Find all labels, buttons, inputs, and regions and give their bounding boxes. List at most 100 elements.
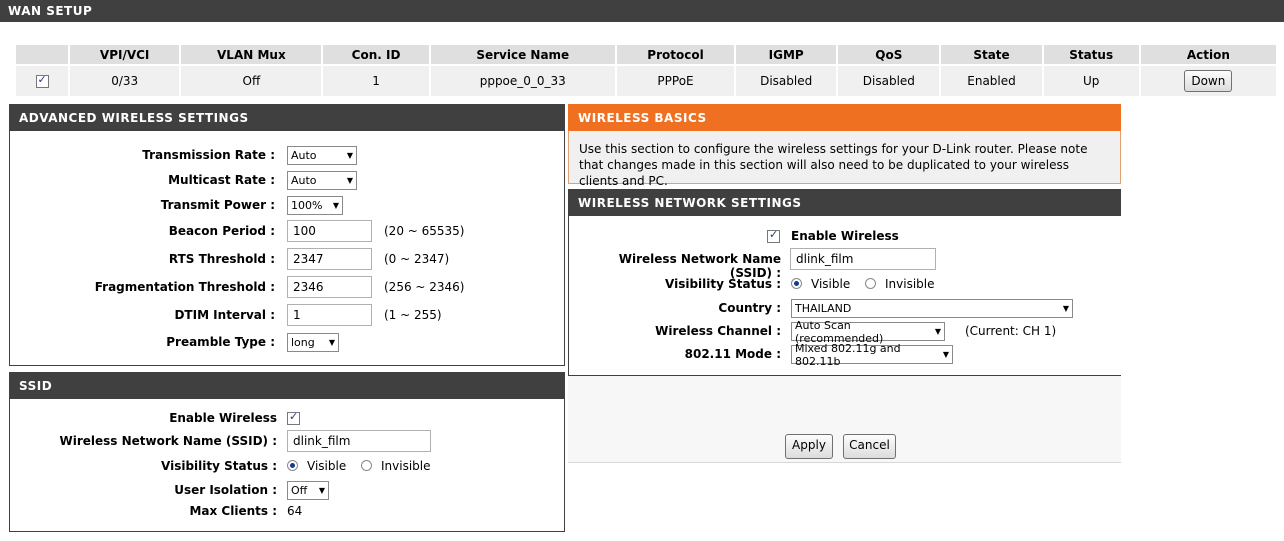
network-invisible-radio[interactable]	[865, 278, 876, 289]
transmit-power-label: Transmit Power :	[160, 198, 275, 212]
col-select	[16, 45, 69, 64]
igmp-cell: Disabled	[736, 66, 837, 96]
dtim-interval-label: DTIM Interval :	[174, 308, 275, 322]
col-action: Action	[1140, 45, 1276, 64]
transmit-power-select[interactable]: 100% ▼	[287, 196, 343, 215]
chevron-down-icon: ▼	[934, 327, 941, 336]
ssid-title: SSID	[19, 378, 53, 393]
con-id-cell: 1	[323, 66, 429, 96]
row-select-checkbox[interactable]	[35, 73, 49, 88]
action-cell: Down	[1140, 66, 1276, 96]
multicast-rate-value: Auto	[291, 174, 317, 187]
transmission-rate-value: Auto	[291, 149, 317, 162]
beacon-period-input[interactable]: 100	[287, 220, 372, 242]
preamble-type-label: Preamble Type :	[166, 335, 275, 349]
rts-threshold-range: (0 ~ 2347)	[384, 252, 450, 266]
table-row: 0/33 Off 1 pppoe_0_0_33 PPPoE Disabled D…	[16, 66, 1276, 96]
status-cell: Up	[1043, 66, 1139, 96]
country-select[interactable]: THAILAND ▼	[791, 299, 1073, 318]
wireless-channel-select[interactable]: Auto Scan (recommended) ▼	[791, 319, 945, 345]
protocol-cell: PPPoE	[616, 66, 735, 96]
chevron-down-icon: ▼	[318, 486, 325, 495]
network-ssid-input[interactable]: dlink_film	[790, 248, 936, 270]
fragmentation-threshold-range: (256 ~ 2346)	[384, 280, 465, 294]
qos-cell: Disabled	[838, 66, 940, 96]
chevron-down-icon: ▼	[346, 151, 353, 160]
ssid-enable-wireless-label: Enable Wireless	[169, 411, 277, 425]
advanced-wireless-header: ADVANCED WIRELESS SETTINGS	[9, 104, 565, 131]
enable-wireless-checkbox[interactable]	[767, 228, 780, 243]
rts-threshold-input[interactable]: 2347	[287, 248, 372, 270]
state-cell: Enabled	[941, 66, 1042, 96]
wireless-basics-body: Use this section to configure the wirele…	[568, 131, 1121, 188]
network-visible-radio[interactable]	[791, 278, 802, 289]
chevron-down-icon: ▼	[942, 350, 949, 359]
wireless-network-title: WIRELESS NETWORK SETTINGS	[578, 195, 802, 210]
advanced-wireless-title: ADVANCED WIRELESS SETTINGS	[19, 110, 249, 125]
multicast-rate-label: Multicast Rate :	[168, 173, 275, 187]
cancel-button[interactable]: Cancel	[843, 434, 896, 459]
ssid-name-label: Wireless Network Name (SSID) :	[59, 434, 277, 448]
col-qos: QoS	[838, 45, 940, 64]
col-status: Status	[1043, 45, 1139, 64]
chevron-down-icon: ▼	[1062, 304, 1069, 313]
multicast-rate-select[interactable]: Auto ▼	[287, 171, 357, 190]
mode-value: Mixed 802.11g and 802.11b	[795, 341, 901, 368]
country-value: THAILAND	[795, 302, 852, 315]
down-button[interactable]: Down	[1184, 70, 1233, 92]
wireless-network-header: WIRELESS NETWORK SETTINGS	[568, 189, 1121, 216]
chevron-down-icon: ▼	[328, 338, 335, 347]
chevron-down-icon: ▼	[346, 176, 353, 185]
network-invisible-label: Invisible	[885, 277, 935, 291]
country-label: Country :	[718, 301, 781, 315]
transmission-rate-select[interactable]: Auto ▼	[287, 146, 357, 165]
max-clients-value: 64	[287, 504, 303, 518]
rts-threshold-label: RTS Threshold :	[168, 252, 275, 266]
ssid-invisible-radio[interactable]	[361, 460, 372, 471]
beacon-period-label: Beacon Period :	[168, 224, 275, 238]
wan-table-header-row: VPI/VCI VLAN Mux Con. ID Service Name Pr…	[16, 45, 1276, 64]
user-isolation-label: User Isolation :	[174, 483, 277, 497]
ssid-invisible-label: Invisible	[381, 459, 431, 473]
col-vlan-mux: VLAN Mux	[181, 45, 322, 64]
wan-table: VPI/VCI VLAN Mux Con. ID Service Name Pr…	[14, 43, 1278, 98]
fragmentation-threshold-label: Fragmentation Threshold :	[94, 280, 275, 294]
ssid-visibility-label: Visibility Status :	[161, 459, 277, 473]
enable-wireless-label: Enable Wireless	[791, 229, 899, 243]
network-visibility-label: Visibility Status :	[665, 277, 781, 291]
col-igmp: IGMP	[736, 45, 837, 64]
user-isolation-select[interactable]: Off ▼	[287, 481, 329, 500]
row-select-cell	[16, 66, 69, 96]
apply-button[interactable]: Apply	[785, 434, 833, 459]
ssid-name-input[interactable]: dlink_film	[287, 430, 431, 452]
preamble-type-value: long	[291, 336, 315, 349]
col-con-id: Con. ID	[323, 45, 429, 64]
ssid-enable-wireless-checkbox[interactable]	[287, 410, 300, 425]
vpi-vci-cell: 0/33	[70, 66, 180, 96]
ssid-visible-label: Visible	[307, 459, 347, 473]
wireless-basics-title: WIRELESS BASICS	[578, 110, 707, 125]
network-visible-label: Visible	[811, 277, 851, 291]
wan-setup-title: WAN SETUP	[8, 4, 93, 18]
service-name-cell: pppoe_0_0_33	[430, 66, 615, 96]
wireless-channel-label: Wireless Channel :	[655, 324, 781, 338]
network-ssid-label: Wireless Network Name (SSID) :	[618, 252, 781, 280]
mode-label: 802.11 Mode :	[684, 347, 781, 361]
col-state: State	[941, 45, 1042, 64]
vlan-mux-cell: Off	[181, 66, 322, 96]
transmit-power-value: 100%	[291, 199, 323, 212]
wan-setup-header: WAN SETUP	[0, 0, 1284, 22]
ssid-header: SSID	[9, 372, 565, 399]
beacon-period-range: (20 ~ 65535)	[384, 224, 465, 238]
transmission-rate-label: Transmission Rate :	[142, 148, 275, 162]
col-protocol: Protocol	[616, 45, 735, 64]
dtim-interval-input[interactable]: 1	[287, 304, 372, 326]
chevron-down-icon: ▼	[332, 201, 339, 210]
fragmentation-threshold-input[interactable]: 2346	[287, 276, 372, 298]
mode-select[interactable]: Mixed 802.11g and 802.11b ▼	[791, 342, 953, 368]
wireless-basics-header: WIRELESS BASICS	[568, 104, 1121, 131]
ssid-visible-radio[interactable]	[287, 460, 298, 471]
col-service-name: Service Name	[430, 45, 615, 64]
preamble-type-select[interactable]: long ▼	[287, 333, 339, 352]
col-vpi-vci: VPI/VCI	[70, 45, 180, 64]
